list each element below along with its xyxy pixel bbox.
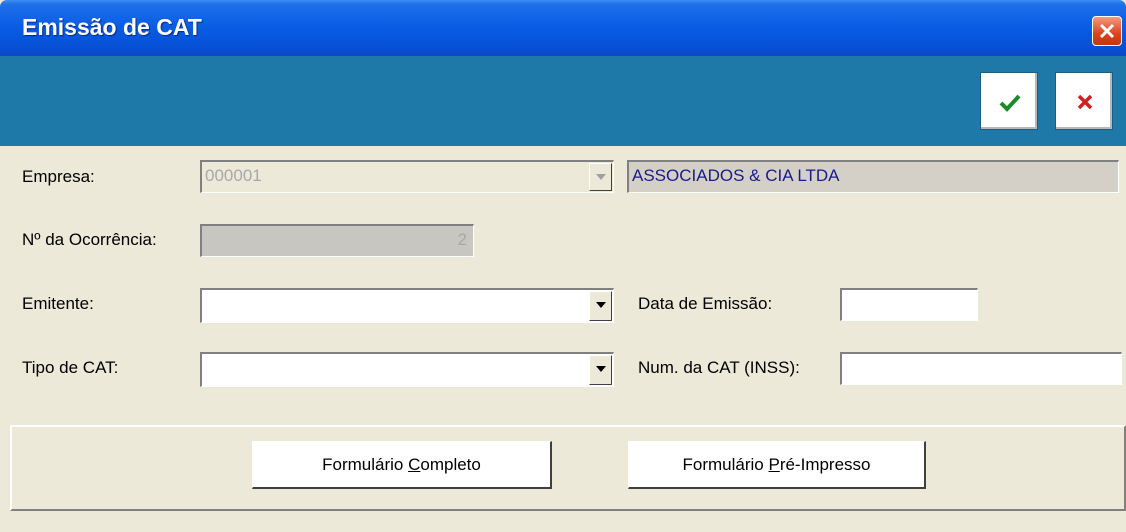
empresa-label: Empresa: xyxy=(22,167,95,186)
chevron-down-icon xyxy=(596,302,606,308)
chevron-down-icon xyxy=(596,174,606,180)
cancel-button[interactable] xyxy=(1055,72,1113,130)
formulario-preimpresso-button[interactable]: Formulário Pré-Impresso xyxy=(628,441,926,489)
preimpresso-accelerator: P xyxy=(768,455,780,474)
window-title: Emissão de CAT xyxy=(22,14,202,40)
empresa-code-select[interactable]: 000001 xyxy=(200,160,614,193)
empresa-name-value: ASSOCIADOS & CIA LTDA xyxy=(632,166,840,185)
toolbar xyxy=(0,56,1126,146)
data-emissao-input[interactable] xyxy=(840,288,978,321)
empresa-code-value: 000001 xyxy=(205,166,262,185)
cat-emission-window: Emissão de CAT Empresa: 000001 ASSOCIADO… xyxy=(0,0,1126,532)
checkmark-icon xyxy=(999,94,1021,112)
ocorrencia-label: Nº da Ocorrência: xyxy=(22,230,157,249)
preimpresso-label-prefix: Formulário xyxy=(682,455,769,474)
emitente-select[interactable] xyxy=(200,288,614,323)
tipo-cat-select[interactable] xyxy=(200,352,614,387)
print-options-panel: Formulário Completo Formulário Pré-Impre… xyxy=(10,425,1126,511)
chevron-down-icon xyxy=(596,366,606,372)
emitente-label: Emitente: xyxy=(22,294,94,313)
empresa-name-field: ASSOCIADOS & CIA LTDA xyxy=(627,160,1119,193)
title-bar[interactable]: Emissão de CAT xyxy=(0,0,1126,56)
completo-accelerator: C xyxy=(408,455,421,474)
num-cat-label: Num. da CAT (INSS): xyxy=(638,358,800,377)
tipo-cat-label: Tipo de CAT: xyxy=(22,358,119,377)
cross-icon xyxy=(1077,94,1093,110)
completo-label-suffix: ompleto xyxy=(420,455,481,474)
close-icon xyxy=(1099,23,1115,39)
empresa-dropdown-button[interactable] xyxy=(589,163,612,191)
emitente-dropdown-button[interactable] xyxy=(589,291,612,321)
data-emissao-label: Data de Emissão: xyxy=(638,294,773,313)
formulario-completo-button[interactable]: Formulário Completo xyxy=(252,441,552,489)
ocorrencia-value: 2 xyxy=(457,230,467,249)
num-cat-input[interactable] xyxy=(840,352,1122,385)
window-close-button[interactable] xyxy=(1092,16,1122,46)
completo-label-prefix: Formulário xyxy=(322,455,409,474)
ocorrencia-field: 2 xyxy=(200,224,474,257)
tipo-cat-dropdown-button[interactable] xyxy=(589,355,612,385)
preimpresso-label-suffix: ré-Impresso xyxy=(779,455,871,474)
confirm-button[interactable] xyxy=(980,72,1038,130)
